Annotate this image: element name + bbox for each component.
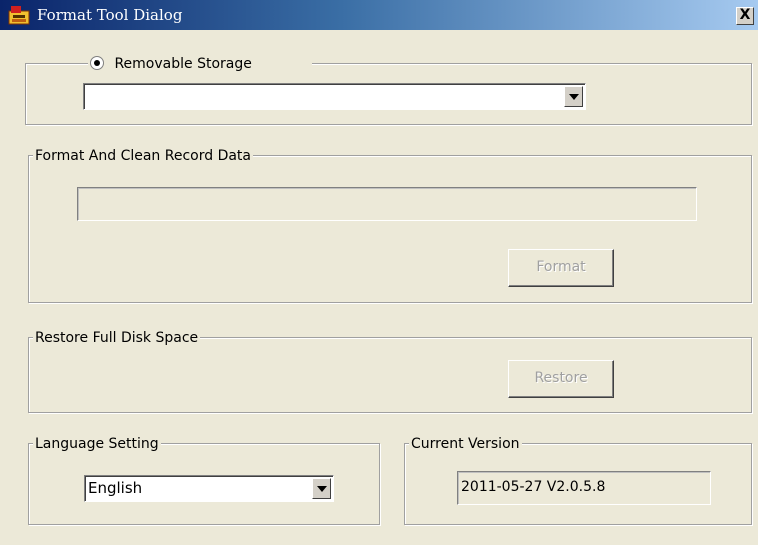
removable-storage-radio[interactable] [90, 56, 104, 70]
language-group: Language Setting English [28, 435, 380, 525]
storage-group: Removable Storage [25, 55, 752, 125]
version-group-label: Current Version [409, 435, 522, 453]
chevron-down-icon[interactable] [312, 478, 331, 499]
version-value: 2011-05-27 V2.0.5.8 [461, 479, 606, 495]
version-group: Current Version 2011-05-27 V2.0.5.8 [404, 435, 752, 525]
format-group-label: Format And Clean Record Data [33, 147, 254, 165]
format-button[interactable]: Format [508, 249, 614, 287]
window-title: Format Tool Dialog [37, 6, 183, 24]
storage-radio-row[interactable]: Removable Storage [88, 55, 312, 73]
app-icon [8, 6, 30, 25]
restore-group-label: Restore Full Disk Space [33, 329, 201, 347]
close-button[interactable]: X [736, 7, 754, 25]
version-field: 2011-05-27 V2.0.5.8 [457, 471, 711, 505]
chevron-down-icon[interactable] [564, 86, 583, 107]
format-progress-field [77, 187, 697, 221]
dialog-body: Removable Storage Format And Clean Recor… [8, 30, 758, 545]
language-group-label: Language Setting [33, 435, 161, 453]
language-value: English [88, 479, 143, 497]
restore-button[interactable]: Restore [508, 360, 614, 398]
restore-group: Restore Full Disk Space Restore [28, 329, 752, 413]
removable-storage-label: Removable Storage [114, 56, 252, 72]
format-group: Format And Clean Record Data Format [28, 147, 752, 303]
language-select[interactable]: English [84, 475, 334, 502]
storage-device-select[interactable] [83, 83, 586, 110]
title-bar[interactable]: Format Tool Dialog X [0, 0, 758, 30]
